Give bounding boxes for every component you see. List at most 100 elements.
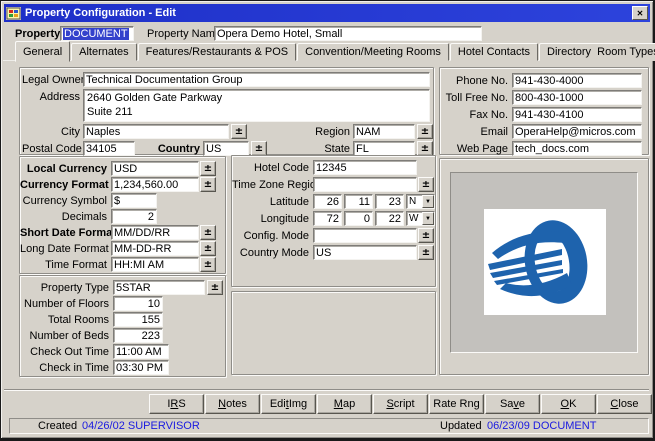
city-label: City: [22, 126, 80, 138]
tab-convention-meeting-rooms[interactable]: Convention/Meeting Rooms: [297, 43, 449, 61]
tab-general[interactable]: General: [15, 41, 70, 62]
latitude-sec-input[interactable]: [375, 194, 404, 209]
latitude-min-input[interactable]: [344, 194, 373, 209]
edit-img-button[interactable]: Edit Img: [261, 394, 316, 414]
number-of-floors-label: Number of Floors: [20, 298, 109, 310]
currency-symbol-label: Currency Symbol: [20, 195, 107, 207]
currency-format-lov-button[interactable]: ±: [200, 177, 216, 192]
web-page-input[interactable]: [512, 141, 642, 156]
local-currency-input[interactable]: [111, 161, 199, 176]
config-mode-input[interactable]: [313, 228, 417, 243]
time-zone-region-input[interactable]: [313, 177, 417, 192]
region-input[interactable]: [353, 124, 415, 139]
latitude-direction-combo[interactable]: N ▼: [406, 194, 435, 209]
property-label: Property: [15, 28, 60, 40]
tab-alternates[interactable]: Alternates: [71, 43, 137, 61]
check-in-time-input[interactable]: [113, 360, 169, 375]
total-rooms-input[interactable]: [113, 312, 163, 327]
address-label: Address: [22, 91, 80, 103]
latitude-deg-input[interactable]: [313, 194, 342, 209]
address-groupbox: Legal Owner Address 2640 Golden Gate Par…: [19, 67, 434, 155]
save-button[interactable]: Save: [485, 394, 540, 414]
contact-groupbox: Phone No. Toll Free No. Fax No. Email We…: [439, 67, 649, 155]
script-button[interactable]: Script: [373, 394, 428, 414]
property-type-lov-button[interactable]: ±: [207, 280, 223, 295]
config-mode-lov-button[interactable]: ±: [418, 228, 434, 243]
lov-icon: ±: [204, 228, 212, 238]
notes-button[interactable]: Notes: [205, 394, 260, 414]
email-input[interactable]: [512, 124, 642, 139]
city-lov-button[interactable]: ±: [231, 124, 247, 139]
titlebar-close-button[interactable]: ✕: [632, 6, 648, 20]
email-label: Email: [442, 126, 508, 138]
toll-free-label: Toll Free No.: [442, 92, 508, 104]
region-lov-button[interactable]: ±: [417, 124, 433, 139]
latitude-direction-dropdown-button[interactable]: ▼: [422, 195, 434, 208]
lov-icon: ±: [204, 260, 212, 270]
config-mode-label: Config. Mode: [232, 230, 309, 242]
currency-symbol-input[interactable]: [111, 193, 157, 208]
country-lov-button[interactable]: ±: [251, 141, 267, 156]
irs-button[interactable]: IRS: [149, 394, 204, 414]
close-icon: ✕: [637, 9, 644, 18]
fax-label: Fax No.: [442, 109, 508, 121]
longitude-sec-input[interactable]: [375, 211, 404, 226]
map-button[interactable]: Map: [317, 394, 372, 414]
local-currency-lov-button[interactable]: ±: [200, 161, 216, 176]
check-out-time-input[interactable]: [113, 344, 169, 359]
postal-code-input[interactable]: [83, 141, 135, 156]
property-type-input[interactable]: [113, 280, 205, 295]
created-label: Created: [38, 420, 77, 432]
phone-input[interactable]: [512, 73, 642, 88]
empty-groupbox: [231, 291, 436, 375]
decimals-input[interactable]: [111, 209, 157, 224]
ok-button[interactable]: OK: [541, 394, 596, 414]
address-input[interactable]: 2640 Golden Gate Parkway Suite 211: [83, 89, 430, 122]
rate-rng-button[interactable]: Rate Rng: [429, 394, 484, 414]
country-mode-lov-button[interactable]: ±: [418, 245, 434, 260]
time-format-input[interactable]: [111, 257, 199, 272]
time-zone-region-lov-button[interactable]: ±: [418, 177, 434, 192]
short-date-format-lov-button[interactable]: ±: [200, 225, 216, 240]
longitude-direction-combo[interactable]: W ▼: [406, 211, 435, 226]
longitude-min-input[interactable]: [344, 211, 373, 226]
city-input[interactable]: [83, 124, 229, 139]
time-format-lov-button[interactable]: ±: [200, 257, 216, 272]
long-date-format-lov-button[interactable]: ±: [200, 241, 216, 256]
property-input[interactable]: DOCUMENT: [60, 26, 134, 41]
beds-input[interactable]: [113, 328, 163, 343]
country-input[interactable]: [203, 141, 249, 156]
lov-icon: ±: [204, 164, 212, 174]
property-selected-text: DOCUMENT: [63, 28, 129, 40]
currency-format-input[interactable]: [111, 177, 199, 192]
country-mode-input[interactable]: [313, 245, 417, 260]
floors-input[interactable]: [113, 296, 163, 311]
currency-format-label: Currency Format: [20, 179, 107, 191]
long-date-format-label: Long Date Format: [20, 243, 107, 255]
longitude-direction-dropdown-button[interactable]: ▼: [422, 212, 434, 225]
state-label: State: [282, 143, 350, 155]
country-mode-label: Country Mode: [232, 247, 309, 259]
legal-owner-label: Legal Owner: [22, 74, 80, 86]
hotel-code-groupbox: Hotel Code Time Zone Region ± Latitude N…: [231, 155, 436, 287]
toll-free-input[interactable]: [512, 90, 642, 105]
long-date-format-input[interactable]: [111, 241, 199, 256]
latitude-direction-value: N: [407, 195, 422, 208]
legal-owner-input[interactable]: [83, 72, 430, 87]
short-date-format-input[interactable]: [111, 225, 199, 240]
tab-features-restaurants-pos[interactable]: Features/Restaurants & POS: [138, 43, 296, 61]
hotel-code-input[interactable]: [313, 160, 417, 175]
footer-divider: [4, 389, 649, 391]
lov-icon: ±: [422, 248, 430, 258]
longitude-deg-input[interactable]: [313, 211, 342, 226]
short-date-format-label: Short Date Format: [20, 227, 107, 239]
title-bar: Property Configuration - Edit ✕: [4, 4, 650, 22]
property-name-input[interactable]: [214, 26, 482, 41]
tab-directory-room-types[interactable]: Directory Room Types: [539, 43, 655, 61]
state-lov-button[interactable]: ±: [417, 141, 433, 156]
updated-label: Updated: [440, 420, 482, 432]
state-input[interactable]: [353, 141, 415, 156]
close-button[interactable]: Close: [597, 394, 652, 414]
tab-hotel-contacts[interactable]: Hotel Contacts: [450, 43, 538, 61]
fax-input[interactable]: [512, 107, 642, 122]
